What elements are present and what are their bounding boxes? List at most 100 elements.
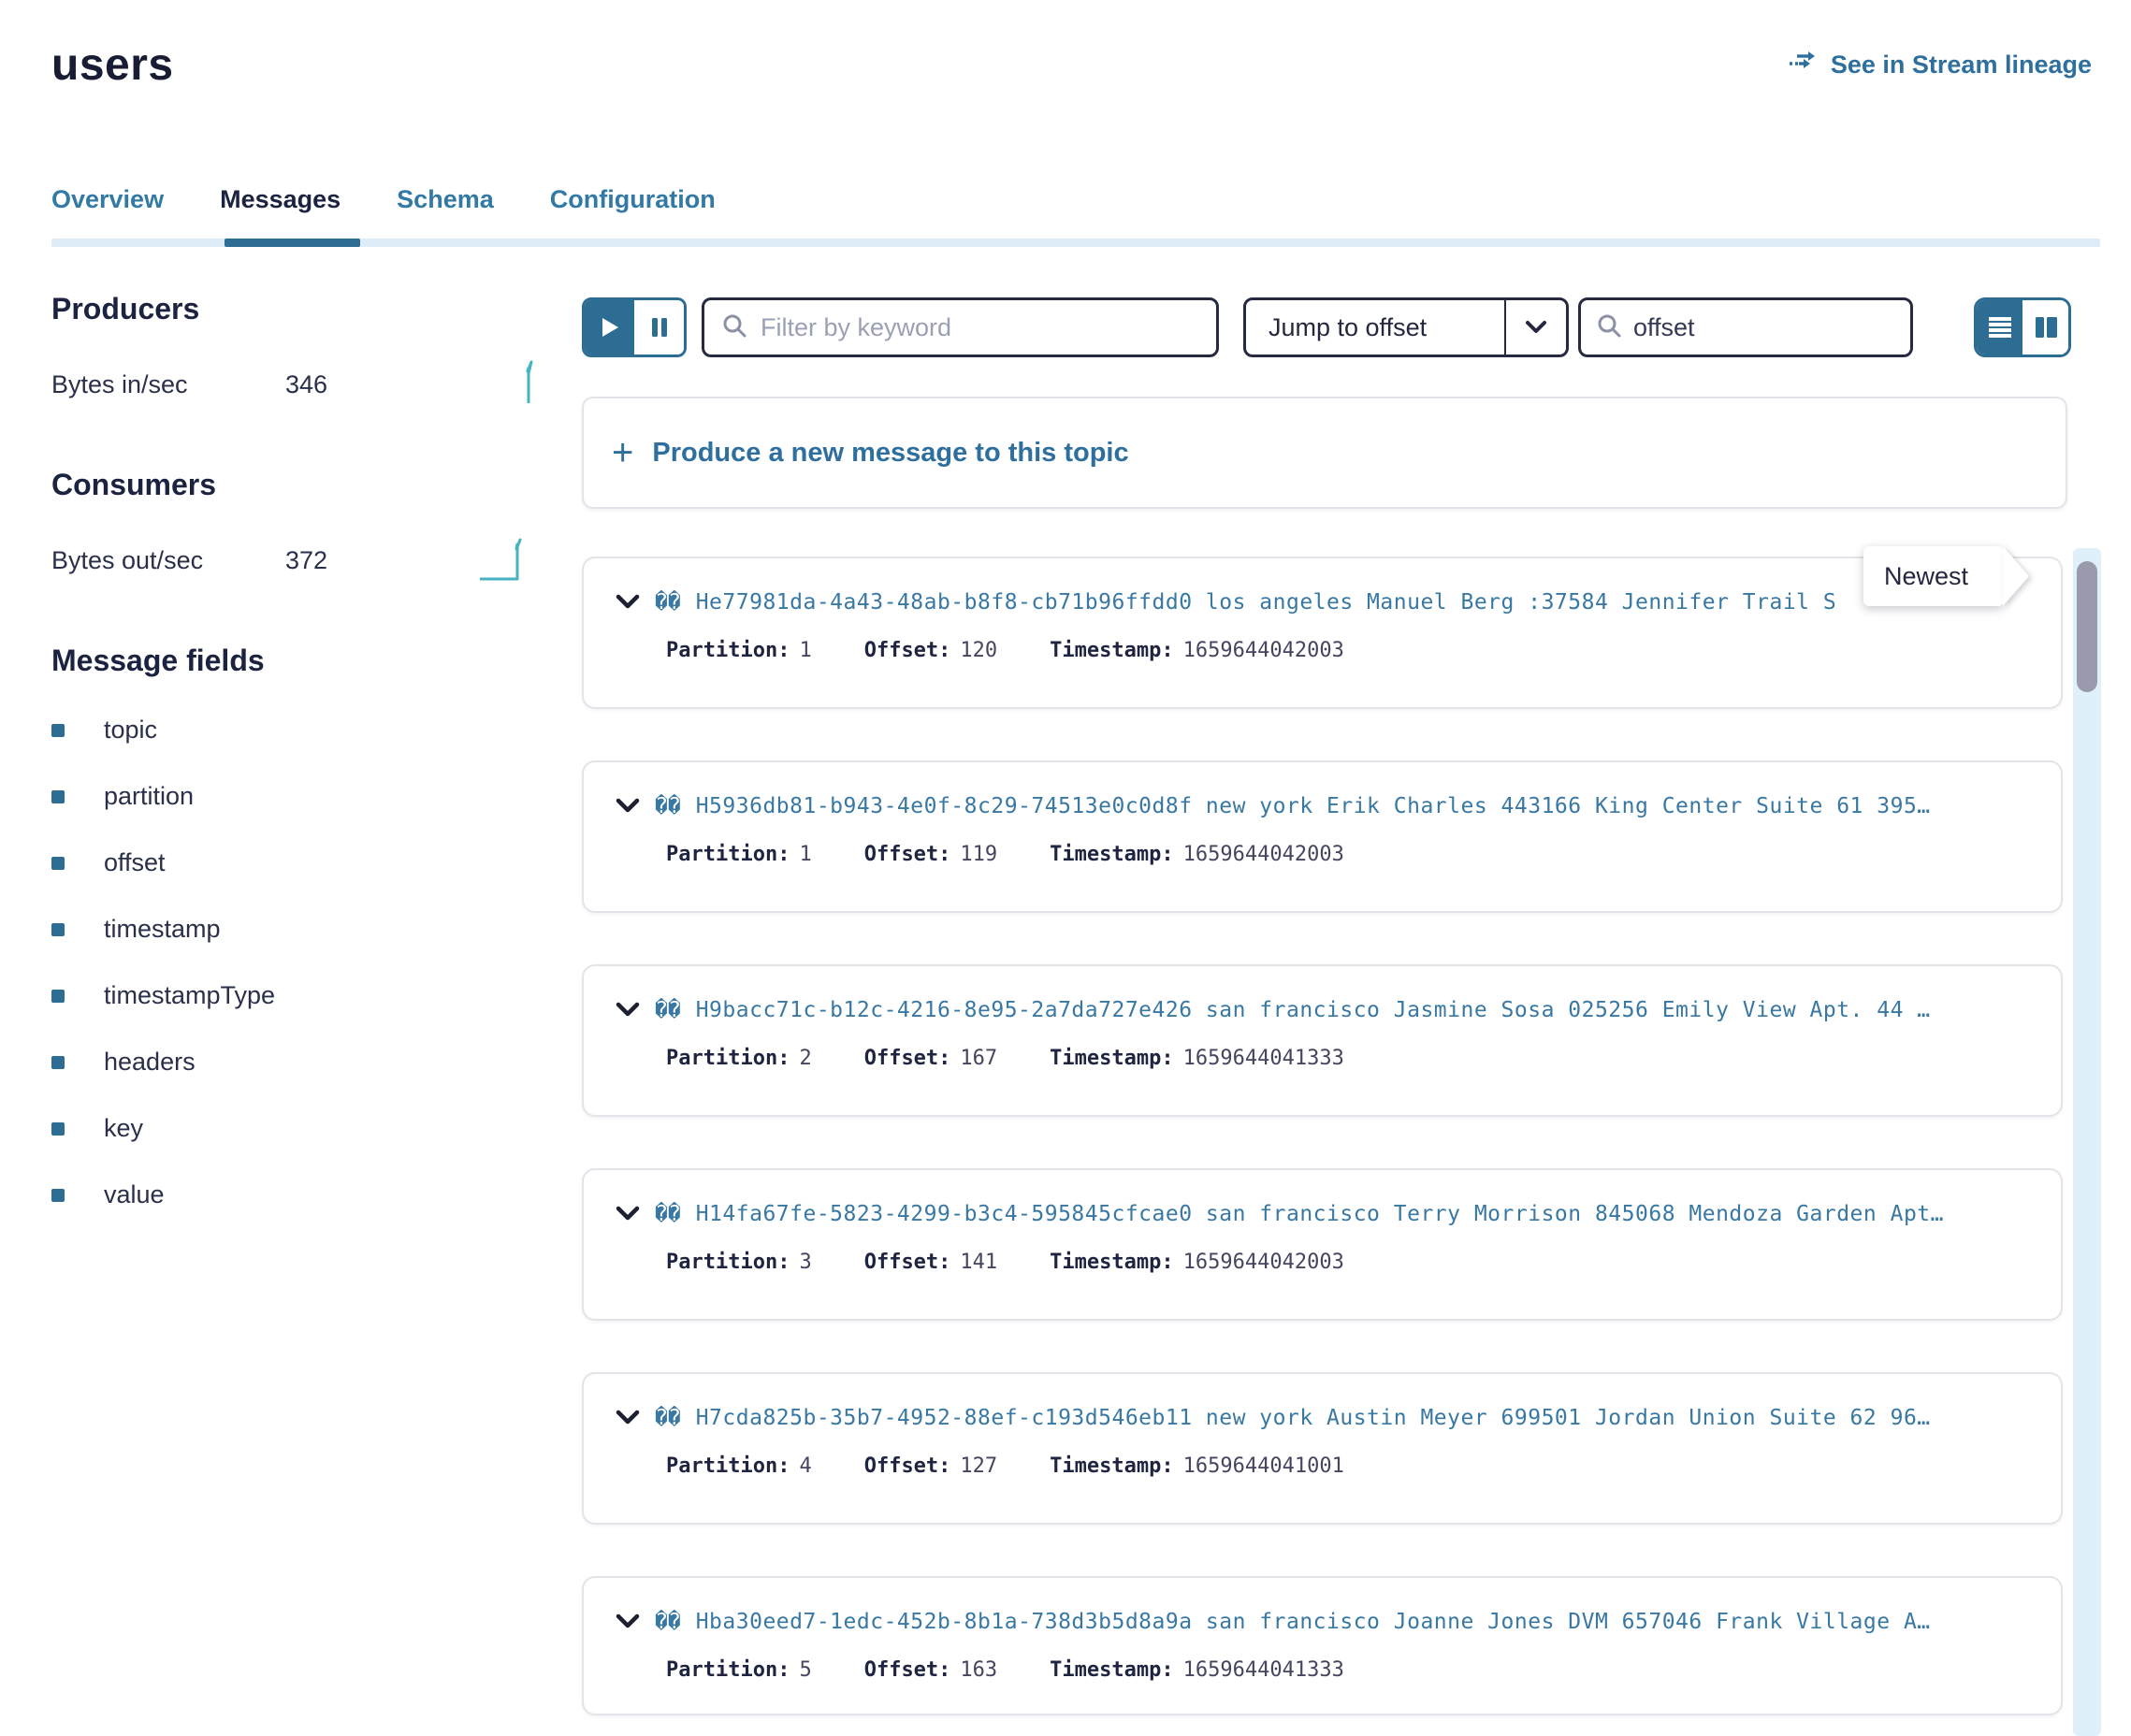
- message-key: ��: [655, 1610, 681, 1634]
- message-fields-heading: Message fields: [51, 644, 538, 678]
- partition-meta: Partition:4: [666, 1454, 812, 1478]
- message-summary[interactable]: H9bacc71c-b12c-4216-8e95-2a7da727e426 sa…: [696, 998, 1931, 1022]
- newest-tooltip-label: Newest: [1884, 562, 1968, 591]
- bytes-in-sparkline: [493, 358, 538, 412]
- bullet-icon: [51, 1122, 65, 1136]
- column-view-icon: [2034, 316, 2058, 339]
- bytes-out-sparkline: [478, 534, 538, 587]
- message-row[interactable]: �� Hba30eed7-1edc-452b-8b1a-738d3b5d8a9a…: [582, 1576, 2063, 1715]
- partition-meta: Partition:5: [666, 1658, 812, 1682]
- play-button[interactable]: [585, 300, 634, 354]
- pause-icon: [650, 316, 669, 339]
- producers-heading: Producers: [51, 292, 538, 326]
- offset-meta: Offset:127: [864, 1454, 997, 1478]
- bytes-in-stat: Bytes in/sec 346: [51, 358, 538, 412]
- pause-button[interactable]: [634, 300, 684, 354]
- tab-overview[interactable]: Overview: [51, 185, 164, 231]
- scrollbar-track[interactable]: [2073, 548, 2101, 1736]
- offset-meta: Offset:163: [864, 1658, 997, 1682]
- expand-chevron-icon[interactable]: [616, 1002, 640, 1019]
- expand-chevron-icon[interactable]: [616, 1613, 640, 1630]
- message-key: ��: [655, 590, 681, 615]
- view-mode-toggle: [1974, 297, 2071, 357]
- tab-messages[interactable]: Messages: [220, 185, 341, 231]
- topic-messages-page: users See in Stream lineage Overview Mes…: [0, 0, 2131, 1736]
- field-item-headers[interactable]: headers: [51, 1048, 538, 1077]
- partition-meta: Partition:3: [666, 1251, 812, 1274]
- bullet-icon: [51, 724, 65, 737]
- message-summary[interactable]: H7cda825b-35b7-4952-88ef-c193d546eb11 ne…: [696, 1406, 1931, 1430]
- bytes-out-value: 372: [285, 546, 327, 575]
- produce-message-label: Produce a new message to this topic: [652, 438, 1128, 469]
- timestamp-meta: Timestamp:1659644042003: [1050, 639, 1344, 662]
- list-view-icon: [1988, 316, 2012, 339]
- stream-lineage-icon: [1788, 49, 1819, 81]
- filter-field: [702, 297, 1219, 357]
- page-title: users: [51, 39, 174, 91]
- newest-tooltip: Newest: [1863, 546, 2004, 606]
- expand-chevron-icon[interactable]: [616, 1410, 640, 1426]
- timestamp-meta: Timestamp:1659644041001: [1050, 1454, 1344, 1478]
- scrollbar-thumb[interactable]: [2077, 561, 2097, 692]
- field-item-key[interactable]: key: [51, 1114, 538, 1143]
- field-item-value[interactable]: value: [51, 1180, 538, 1209]
- message-key: ��: [655, 1406, 681, 1430]
- offset-meta: Offset:120: [864, 639, 997, 662]
- column-view-button[interactable]: [2022, 300, 2068, 354]
- list-view-button[interactable]: [1977, 300, 2022, 354]
- offset-meta: Offset:167: [864, 1047, 997, 1070]
- message-summary[interactable]: He77981da-4a43-48ab-b8f8-cb71b96ffdd0 lo…: [696, 590, 1837, 615]
- bytes-in-label: Bytes in/sec: [51, 370, 285, 399]
- jump-to-offset-select[interactable]: Jump to offset: [1243, 297, 1569, 357]
- expand-chevron-icon[interactable]: [616, 1206, 640, 1222]
- search-icon: [1596, 312, 1622, 343]
- stream-lineage-link[interactable]: See in Stream lineage: [1788, 49, 2092, 81]
- message-row[interactable]: �� H9bacc71c-b12c-4216-8e95-2a7da727e426…: [582, 964, 2063, 1117]
- bytes-out-stat: Bytes out/sec 372: [51, 534, 538, 587]
- produce-message-button[interactable]: + Produce a new message to this topic: [582, 397, 2067, 509]
- filter-input[interactable]: [761, 313, 1199, 342]
- message-row[interactable]: �� He77981da-4a43-48ab-b8f8-cb71b96ffdd0…: [582, 557, 2063, 709]
- offset-search-input[interactable]: [1633, 313, 1895, 342]
- field-item-offset[interactable]: offset: [51, 848, 538, 877]
- consumers-heading: Consumers: [51, 468, 538, 502]
- messages-toolbar: Jump to offset: [582, 297, 2071, 357]
- expand-chevron-icon[interactable]: [616, 798, 640, 815]
- message-row[interactable]: �� H7cda825b-35b7-4952-88ef-c193d546eb11…: [582, 1372, 2063, 1525]
- partition-meta: Partition:1: [666, 639, 812, 662]
- offset-meta: Offset:141: [864, 1251, 997, 1274]
- play-icon: [600, 316, 620, 339]
- field-item-topic[interactable]: topic: [51, 716, 538, 745]
- bullet-icon: [51, 1056, 65, 1069]
- bullet-icon: [51, 790, 65, 803]
- bullet-icon: [51, 1189, 65, 1202]
- jump-to-offset-value: Jump to offset: [1246, 313, 1504, 342]
- field-item-timestamp[interactable]: timestamp: [51, 915, 538, 944]
- bullet-icon: [51, 857, 65, 870]
- field-item-timestamptype[interactable]: timestampType: [51, 981, 538, 1010]
- bullet-icon: [51, 923, 65, 936]
- search-icon: [721, 312, 747, 343]
- timestamp-meta: Timestamp:1659644041333: [1050, 1658, 1344, 1682]
- partition-meta: Partition:1: [666, 843, 812, 866]
- timestamp-meta: Timestamp:1659644041333: [1050, 1047, 1344, 1070]
- message-summary[interactable]: H14fa67fe-5823-4299-b3c4-595845cfcae0 sa…: [696, 1202, 1944, 1226]
- chevron-down-icon[interactable]: [1504, 300, 1566, 354]
- timestamp-meta: Timestamp:1659644042003: [1050, 1251, 1344, 1274]
- tab-configuration[interactable]: Configuration: [550, 185, 716, 231]
- expand-chevron-icon[interactable]: [616, 594, 640, 611]
- tab-schema[interactable]: Schema: [397, 185, 494, 231]
- message-row[interactable]: �� H14fa67fe-5823-4299-b3c4-595845cfcae0…: [582, 1168, 2063, 1321]
- offset-meta: Offset:119: [864, 843, 997, 866]
- message-summary[interactable]: Hba30eed7-1edc-452b-8b1a-738d3b5d8a9a sa…: [696, 1610, 1931, 1634]
- bytes-out-label: Bytes out/sec: [51, 546, 285, 575]
- offset-search-field: [1578, 297, 1913, 357]
- tab-bar: Overview Messages Schema Configuration: [51, 185, 716, 231]
- bytes-in-value: 346: [285, 370, 327, 399]
- field-item-partition[interactable]: partition: [51, 782, 538, 811]
- partition-meta: Partition:2: [666, 1047, 812, 1070]
- message-key: ��: [655, 794, 681, 818]
- tab-underline-active: [225, 239, 360, 247]
- message-summary[interactable]: H5936db81-b943-4e0f-8c29-74513e0c0d8f ne…: [696, 794, 1931, 818]
- message-row[interactable]: �� H5936db81-b943-4e0f-8c29-74513e0c0d8f…: [582, 760, 2063, 913]
